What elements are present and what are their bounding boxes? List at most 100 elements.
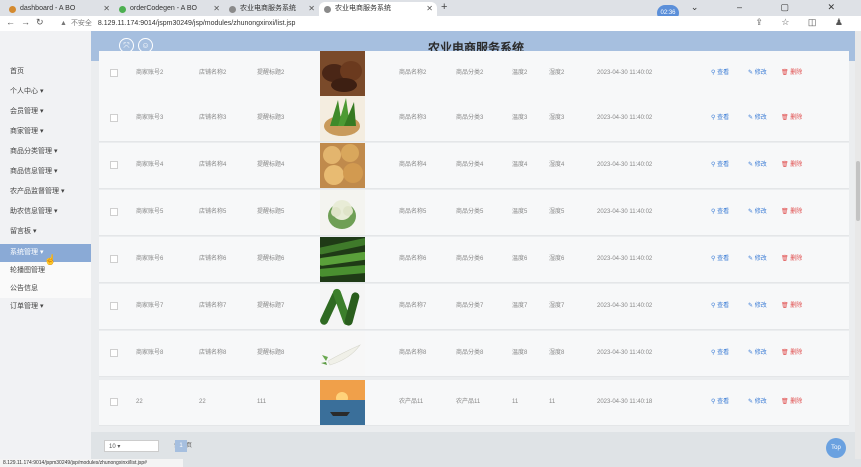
sidebar: 首页 个人中心 ▾ 会员管理 ▾ 商家管理 ▾ 商品分类管理 ▾ 商品信息管理 … [0, 31, 91, 459]
cell-category: 商品分类2 [456, 70, 484, 76]
sidebar-item-member-management[interactable]: 会员管理 ▾ [0, 103, 91, 121]
view-button[interactable]: ⚲ 查看 [711, 380, 729, 425]
view-button[interactable]: ⚲ 查看 [711, 190, 729, 235]
cell-product: 商品名称7 [399, 303, 427, 309]
pencil-icon: ✎ [748, 70, 755, 76]
back-to-top-button[interactable]: Top [826, 438, 846, 458]
edit-button[interactable]: ✎ 修改 [748, 190, 767, 235]
edit-button[interactable]: ✎ 修改 [748, 331, 767, 376]
view-button[interactable]: ⚲ 查看 [711, 143, 729, 188]
scrollbar-thumb[interactable] [856, 161, 860, 221]
table-row: 商家账号2 店铺名称2 提醒标题2 商品名称2 商品分类2 温度2 湿度2 2023-04-3… [99, 51, 849, 97]
sidebar-item-personal-center[interactable]: 个人中心 ▾ [0, 83, 91, 101]
product-image [320, 331, 365, 376]
cell-product: 农产品11 [399, 399, 424, 405]
cell-title: 111 [257, 399, 267, 405]
sidebar-item-order-management[interactable]: 订单管理 ▾ [0, 298, 91, 316]
cell-shop: 店铺名称8 [199, 350, 227, 356]
cell-product: 商品名称4 [399, 162, 427, 168]
delete-label: 删除 [790, 209, 803, 215]
edit-button[interactable]: ✎ 修改 [748, 96, 767, 141]
pencil-icon: ✎ [748, 115, 755, 121]
cell-temp: 温度7 [512, 303, 528, 309]
row-checkbox[interactable] [110, 302, 118, 310]
table-row: 商家账号5 店铺名称5 提醒标题5 商品名称5 商品分类5 温度5 湿度5 2023-04-3… [99, 190, 849, 236]
sidebar-item-message-board[interactable]: 留言板 ▾ [0, 223, 91, 241]
status-bar-url: 8.129.11.174:9014/jspm30249/jsp/modules/… [0, 459, 183, 467]
view-button[interactable]: ⚲ 查看 [711, 51, 729, 96]
delete-button[interactable]: 🗑 删除 [781, 96, 802, 141]
pencil-icon: ✎ [748, 162, 755, 168]
row-checkbox[interactable] [110, 349, 118, 357]
view-button[interactable]: ⚲ 查看 [711, 237, 729, 282]
trash-icon: 🗑 [781, 115, 791, 121]
view-button[interactable]: ⚲ 查看 [711, 284, 729, 329]
favicon-icon [9, 6, 16, 13]
close-icon[interactable]: ✕ [103, 2, 110, 16]
delete-label: 删除 [790, 162, 803, 168]
page-size-select[interactable]: 10 ▾ [104, 440, 159, 452]
product-image [320, 96, 365, 141]
delete-label: 删除 [790, 115, 803, 121]
sidebar-item-product-management[interactable]: 商品信息管理 ▾ [0, 163, 91, 181]
product-image [320, 51, 365, 96]
browser-tab-dashboard[interactable]: dashboard - A BO ✕ [4, 2, 114, 16]
delete-button[interactable]: 🗑 删除 [781, 284, 802, 329]
scrollbar[interactable] [855, 31, 861, 459]
trash-icon: 🗑 [781, 350, 791, 356]
close-icon[interactable]: ✕ [426, 2, 433, 16]
sidebar-item-merchant-management[interactable]: 商家管理 ▾ [0, 123, 91, 141]
window-controls[interactable]: ⌄ – ▢ ✕ [691, 2, 853, 13]
tab-label: dashboard - A BO [20, 5, 76, 12]
sidebar-item-aid-info-management[interactable]: 助农信息管理 ▾ [0, 203, 91, 221]
view-label: 查看 [717, 256, 730, 262]
page-1-button[interactable]: 1 [175, 440, 187, 452]
forward-icon[interactable]: → [21, 17, 30, 27]
cell-time: 2023-04-30 11:40:02 [597, 350, 653, 356]
browser-toolbar-icons[interactable]: ⇪ ☆ ◫ ♟ [755, 17, 851, 28]
sidebar-item-announcements[interactable]: 公告信息 [0, 280, 91, 298]
close-icon[interactable]: ✕ [213, 2, 220, 16]
close-icon[interactable]: ✕ [308, 2, 315, 16]
row-checkbox[interactable] [110, 69, 118, 77]
delete-button[interactable]: 🗑 删除 [781, 143, 802, 188]
edit-button[interactable]: ✎ 修改 [748, 51, 767, 96]
delete-button[interactable]: 🗑 删除 [781, 237, 802, 282]
row-checkbox[interactable] [110, 114, 118, 122]
delete-button[interactable]: 🗑 删除 [781, 51, 802, 96]
edit-button[interactable]: ✎ 修改 [748, 380, 767, 425]
row-checkbox[interactable] [110, 255, 118, 263]
tab-label: 农业电商服务系统 [335, 5, 391, 12]
trash-icon: 🗑 [781, 209, 791, 215]
table-row: 22 22 111 农产品11 农产品11 11 11 2023-04-30 11:40:18… [99, 380, 849, 426]
sidebar-item-home[interactable]: 首页 [0, 63, 91, 81]
cell-title: 提醒标题7 [257, 303, 285, 309]
cell-temp: 温度3 [512, 115, 528, 121]
row-checkbox[interactable] [110, 398, 118, 406]
browser-tab-ordercodegen[interactable]: orderCodegen - A BO ✕ [114, 2, 224, 16]
back-icon[interactable]: ← [6, 17, 15, 27]
row-checkbox[interactable] [110, 161, 118, 169]
browser-tab-system-active[interactable]: 农业电商服务系统 ✕ [319, 2, 437, 16]
sidebar-item-category-management[interactable]: 商品分类管理 ▾ [0, 143, 91, 161]
edit-label: 修改 [754, 303, 767, 309]
delete-button[interactable]: 🗑 删除 [781, 380, 802, 425]
delete-label: 删除 [790, 399, 803, 405]
sidebar-item-supervision-management[interactable]: 农产品监督管理 ▾ [0, 183, 91, 201]
edit-button[interactable]: ✎ 修改 [748, 143, 767, 188]
cell-time: 2023-04-30 11:40:02 [597, 115, 653, 121]
favicon-icon [229, 6, 236, 13]
edit-button[interactable]: ✎ 修改 [748, 237, 767, 282]
cell-shop: 店铺名称4 [199, 162, 227, 168]
edit-button[interactable]: ✎ 修改 [748, 284, 767, 329]
view-button[interactable]: ⚲ 查看 [711, 96, 729, 141]
view-button[interactable]: ⚲ 查看 [711, 331, 729, 376]
new-tab-button[interactable]: + [441, 1, 447, 13]
browser-tab-system[interactable]: 农业电商服务系统 ✕ [224, 2, 319, 16]
cell-humidity: 湿度5 [549, 209, 565, 215]
delete-button[interactable]: 🗑 删除 [781, 331, 802, 376]
reload-icon[interactable]: ↻ [36, 17, 44, 28]
row-checkbox[interactable] [110, 208, 118, 216]
delete-button[interactable]: 🗑 删除 [781, 190, 802, 235]
url-field[interactable]: ▲ 不安全 8.129.11.174:9014/jspm30249/jsp/mod… [60, 18, 295, 28]
